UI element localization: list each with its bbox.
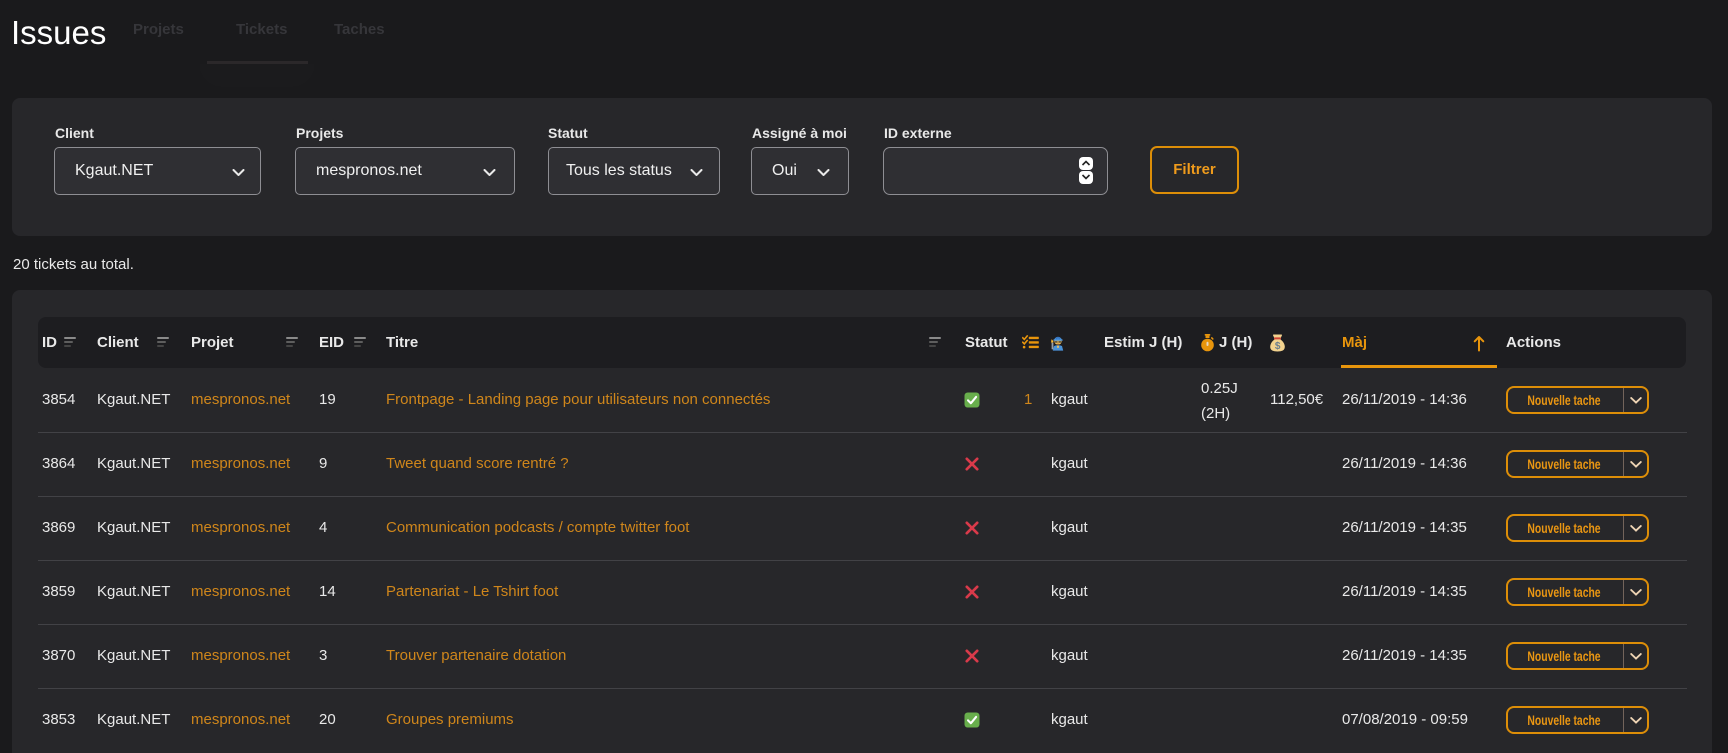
svg-text:$: $ — [1275, 341, 1281, 352]
